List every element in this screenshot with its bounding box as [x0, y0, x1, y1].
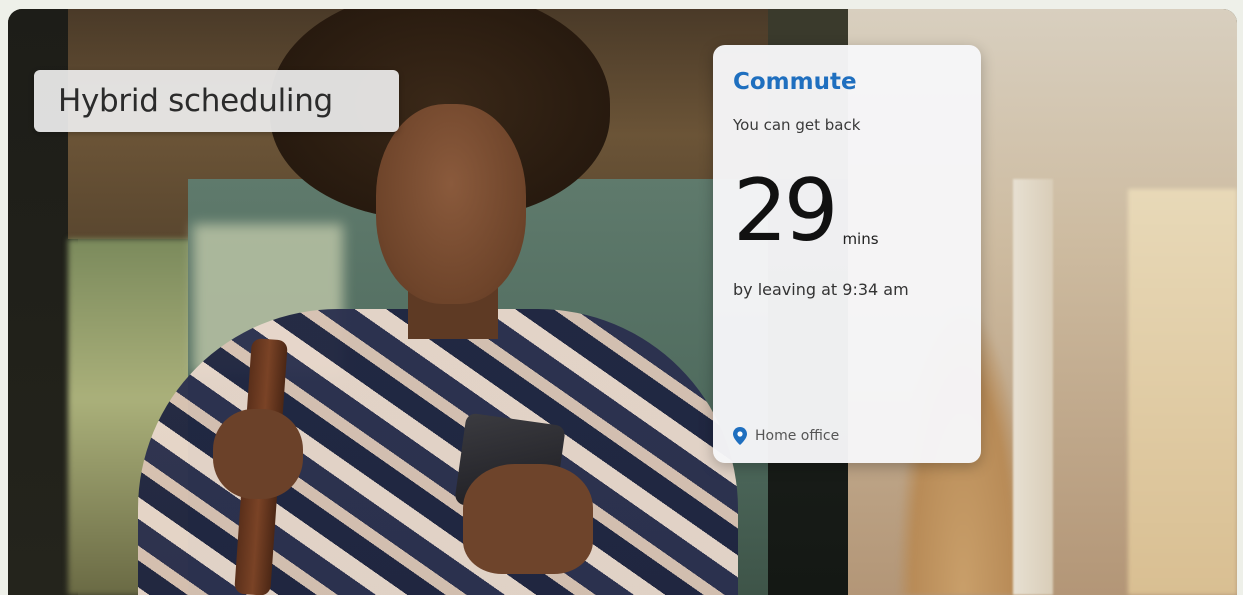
commute-card[interactable]: Commute You can get back 29 mins by leav…	[713, 45, 981, 463]
departure-note: by leaving at 9:34 am	[733, 280, 909, 299]
card-subtitle: You can get back	[733, 116, 861, 134]
location-row: Home office	[733, 427, 839, 445]
title-label: Hybrid scheduling	[58, 83, 333, 119]
person-right-hand	[463, 464, 593, 574]
title-chip: Hybrid scheduling	[34, 70, 399, 132]
card-title: Commute	[733, 69, 857, 95]
location-pin-icon	[733, 427, 747, 445]
minutes-unit: mins	[842, 230, 879, 248]
location-label: Home office	[755, 428, 840, 444]
video-frame: Hybrid scheduling Commute You can get ba…	[8, 9, 1237, 595]
minutes-value: 29	[733, 160, 838, 261]
person-left-hand	[213, 409, 303, 499]
person-face	[376, 104, 526, 304]
time-saved: 29 mins	[733, 160, 959, 261]
